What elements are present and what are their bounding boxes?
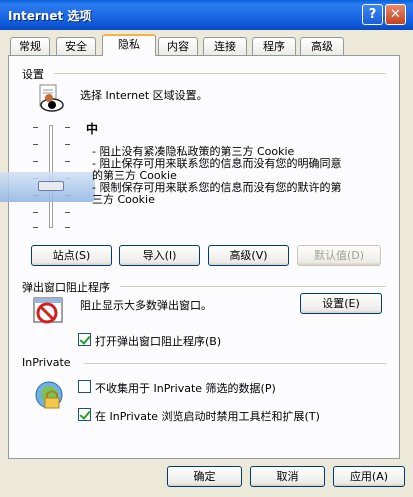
popup-blocker-icon <box>33 297 63 324</box>
import-button[interactable]: 导入(I) <box>119 245 200 266</box>
popup-blocker-checkbox-label[interactable]: 打开弹出窗口阻止程序(B) <box>95 333 221 349</box>
popup-settings-button[interactable]: 设置(E) <box>300 293 382 314</box>
default-button[interactable]: 默认值(D) <box>297 245 381 266</box>
slider-tick <box>65 144 70 145</box>
slider-tick <box>65 127 70 128</box>
slider-tick <box>65 161 70 162</box>
tab-programs[interactable]: 程序 <box>252 37 296 55</box>
apply-button[interactable]: 应用(A) <box>333 466 405 487</box>
privacy-eye-icon <box>39 84 64 112</box>
title-bar: Internet 选项 ? ✕ <box>0 0 413 30</box>
slider-tick <box>33 144 38 145</box>
tab-general[interactable]: 常规 <box>10 37 50 55</box>
privacy-level-label: 中 <box>86 122 99 136</box>
popup-divider <box>120 286 386 287</box>
advanced-button[interactable]: 高级(V) <box>208 245 289 266</box>
slider-tick <box>65 227 70 228</box>
help-button[interactable]: ? <box>362 4 383 25</box>
ok-button[interactable]: 确定 <box>167 466 242 487</box>
sites-button[interactable]: 站点(S) <box>31 245 112 266</box>
zone-instruction: 选择 Internet 区域设置。 <box>80 89 208 102</box>
cancel-button[interactable]: 取消 <box>250 466 325 487</box>
popup-description: 阻止显示大多数弹出窗口。 <box>80 299 212 312</box>
tab-privacy[interactable]: 隐私 <box>102 34 156 56</box>
slider-tick <box>33 227 38 228</box>
inprivate-group-label: InPrivate <box>22 356 71 369</box>
tab-security[interactable]: 安全 <box>56 37 96 55</box>
popup-blocker-checkbox[interactable] <box>78 333 91 346</box>
privacy-bullet-3-cont: 三方 Cookie <box>92 193 155 206</box>
slider-tick <box>33 127 38 128</box>
inprivate-filtering-label[interactable]: 不收集用于 InPrivate 筛选的数据(P) <box>95 380 276 396</box>
slider-thumb[interactable] <box>38 181 64 191</box>
slider-tick <box>33 161 38 162</box>
slider-tick <box>65 212 70 213</box>
inprivate-toolbars-checkbox[interactable] <box>78 408 91 421</box>
inprivate-filtering-checkbox[interactable] <box>78 380 91 393</box>
window-title: Internet 选项 <box>8 9 92 23</box>
inprivate-toolbars-label[interactable]: 在 InPrivate 浏览启动时禁用工具栏和扩展(T) <box>95 408 320 424</box>
settings-group-label: 设置 <box>22 68 44 81</box>
close-button[interactable]: ✕ <box>385 4 406 25</box>
inprivate-divider <box>84 363 386 364</box>
tab-advanced[interactable]: 高级 <box>300 37 344 55</box>
tab-content[interactable]: 内容 <box>158 37 198 55</box>
slider-tick <box>33 212 38 213</box>
settings-divider <box>54 73 386 74</box>
inprivate-icon <box>35 381 63 409</box>
internet-options-window: Internet 选项 ? ✕ 常规 安全 隐私 内容 连接 程序 高级 设置 … <box>0 0 413 497</box>
tab-connections[interactable]: 连接 <box>203 37 247 55</box>
popup-group-label: 弹出窗口阻止程序 <box>22 281 110 294</box>
